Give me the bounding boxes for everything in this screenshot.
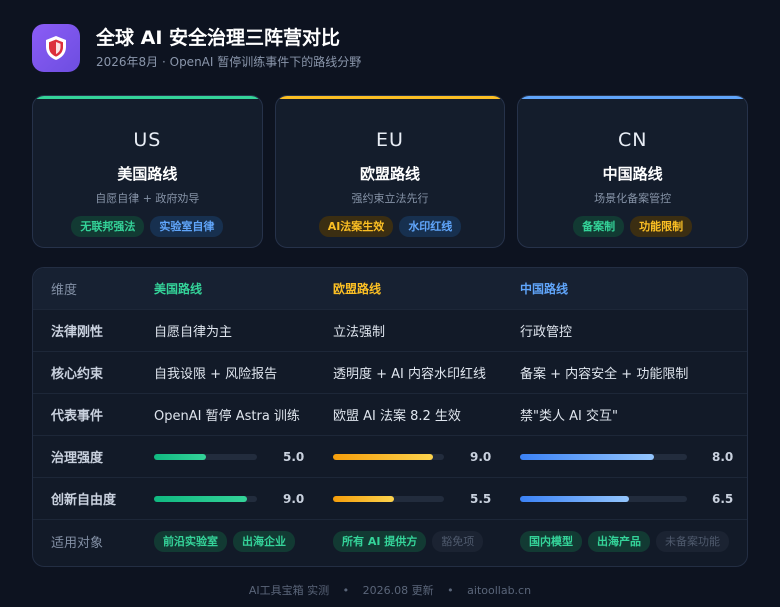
table-row-meter: 创新自由度 9.0 5.5 6.5: [33, 478, 747, 520]
targets-us: 前沿实验室 出海企业: [154, 520, 329, 562]
meter-track: [333, 495, 444, 502]
target-tag: 出海企业: [233, 530, 295, 552]
meter-score: 5.0: [283, 449, 305, 464]
page-footer: AI工具宝箱 实测 • 2026.08 更新 • aitoollab.cn: [0, 582, 780, 598]
camp-card-eu[interactable]: EU 欧盟路线 强约束立法先行 AI法案生效 水印红线: [274, 95, 506, 248]
cell-cn: 备案 + 内容安全 + 功能限制: [520, 367, 689, 382]
table-row-targets: 适用对象 前沿实验室 出海企业 所有 AI 提供方 豁免项 国内模型 出海产品 未备案功…: [33, 520, 747, 562]
camp-tags: 无联邦强法 实验室自律: [71, 216, 224, 237]
header-eu: 欧盟路线: [333, 282, 382, 296]
table-row: 核心约束 自我设限 + 风险报告 透明度 + AI 内容水印红线 备案 + 内容…: [33, 352, 747, 394]
row-dimension: 创新自由度: [51, 493, 117, 508]
camp-card-cn[interactable]: CN 中国路线 场景化备案管控 备案制 功能限制: [517, 95, 749, 248]
camp-tag: 实验室自律: [150, 216, 224, 237]
card-accent-bar: [33, 96, 262, 99]
card-accent-bar: [275, 96, 505, 99]
cell-us: OpenAI 暂停 Astra 训练: [154, 409, 300, 424]
target-tag: 国内模型: [520, 530, 582, 552]
meter-fill: [333, 495, 394, 502]
meter-fill: [154, 495, 247, 502]
header-cn: 中国路线: [520, 282, 569, 296]
meter-track: [154, 453, 257, 460]
camp-tag: 备案制: [573, 216, 625, 237]
meter-us: 5.0: [154, 436, 329, 477]
row-dimension: 适用对象: [51, 535, 104, 551]
footer-separator: •: [447, 584, 454, 597]
camp-desc: 场景化备案管控: [594, 192, 672, 205]
target-tag: 前沿实验室: [154, 530, 227, 552]
target-tag: 未备案功能: [656, 530, 729, 552]
target-tag: 所有 AI 提供方: [333, 530, 427, 552]
meter-track: [333, 453, 444, 460]
camp-tags: 备案制 功能限制: [573, 216, 693, 237]
row-dimension: 法律刚性: [51, 325, 104, 340]
table-header-row: 维度 美国路线 欧盟路线 中国路线: [33, 268, 747, 310]
meter-fill: [520, 453, 654, 460]
meter-eu: 5.5: [333, 478, 518, 519]
camp-name: 欧盟路线: [360, 165, 421, 183]
camp-code: US: [133, 129, 162, 151]
meter-cn: 8.0: [520, 436, 735, 477]
camp-name: 美国路线: [117, 165, 178, 183]
targets-cn: 国内模型 出海产品 未备案功能: [520, 520, 735, 562]
targets-eu: 所有 AI 提供方 豁免项: [333, 520, 518, 562]
row-dimension: 核心约束: [51, 367, 104, 382]
table-row: 代表事件 OpenAI 暂停 Astra 训练 欧盟 AI 法案 8.2 生效 …: [33, 394, 747, 436]
shield-icon: [32, 24, 80, 72]
page-subtitle: 2026年8月 · OpenAI 暂停训练事件下的路线分野: [96, 55, 362, 69]
camp-desc: 强约束立法先行: [351, 192, 429, 205]
header-dimension: 维度: [51, 283, 78, 298]
camp-tags: AI法案生效 水印红线: [318, 216, 462, 237]
meter-score: 9.0: [283, 491, 305, 506]
camp-code: CN: [617, 129, 648, 151]
cell-eu: 透明度 + AI 内容水印红线: [333, 367, 487, 382]
cell-cn: 禁"类人 AI 交互": [520, 409, 618, 424]
comparison-table: 维度 美国路线 欧盟路线 中国路线 法律刚性 自愿自律为主 立法强制 行政管控 …: [32, 267, 748, 567]
camp-cards: US 美国路线 自愿自律 + 政府劝导 无联邦强法 实验室自律 EU 欧盟路线 …: [32, 95, 749, 248]
camp-tag: 水印红线: [399, 216, 462, 237]
card-accent-bar: [518, 96, 748, 99]
meter-score: 8.0: [712, 449, 734, 464]
table-row-meter: 治理强度 5.0 9.0 8.0: [33, 436, 747, 478]
meter-fill: [520, 495, 629, 502]
meter-fill: [154, 453, 206, 460]
meter-track: [520, 453, 687, 460]
cell-us: 自我设限 + 风险报告: [154, 367, 278, 382]
target-tag: 豁免项: [432, 530, 484, 552]
meter-eu: 9.0: [333, 436, 518, 477]
camp-tag: AI法案生效: [318, 216, 394, 237]
cell-us: 自愿自律为主: [154, 325, 233, 340]
cell-eu: 立法强制: [333, 325, 386, 340]
header-us: 美国路线: [154, 282, 203, 296]
meter-us: 9.0: [154, 478, 329, 519]
camp-desc: 自愿自律 + 政府劝导: [95, 192, 200, 205]
meter-track: [154, 495, 257, 502]
meter-score: 9.0: [470, 449, 492, 464]
camp-tag: 无联邦强法: [71, 216, 145, 237]
row-dimension: 治理强度: [51, 451, 104, 466]
footer-date: 2026.08 更新: [362, 584, 434, 597]
page-header: 全球 AI 安全治理三阵营对比 2026年8月 · OpenAI 暂停训练事件下…: [32, 24, 361, 72]
footer-site[interactable]: aitoollab.cn: [467, 584, 531, 597]
camp-name: 中国路线: [602, 165, 663, 183]
footer-source: AI工具宝箱 实测: [248, 584, 330, 597]
meter-score: 5.5: [470, 491, 492, 506]
camp-tag: 功能限制: [630, 216, 693, 237]
page-title: 全球 AI 安全治理三阵营对比: [96, 27, 341, 49]
camp-code: EU: [376, 129, 404, 151]
camp-card-us[interactable]: US 美国路线 自愿自律 + 政府劝导 无联邦强法 实验室自律: [32, 95, 263, 248]
meter-track: [520, 495, 687, 502]
table-row: 法律刚性 自愿自律为主 立法强制 行政管控: [33, 310, 747, 352]
meter-cn: 6.5: [520, 478, 735, 519]
meter-score: 6.5: [712, 491, 734, 506]
cell-cn: 行政管控: [520, 325, 573, 340]
footer-separator: •: [342, 584, 350, 597]
row-dimension: 代表事件: [51, 409, 104, 424]
cell-eu: 欧盟 AI 法案 8.2 生效: [333, 409, 461, 424]
target-tag: 出海产品: [588, 530, 650, 552]
meter-fill: [333, 453, 433, 460]
